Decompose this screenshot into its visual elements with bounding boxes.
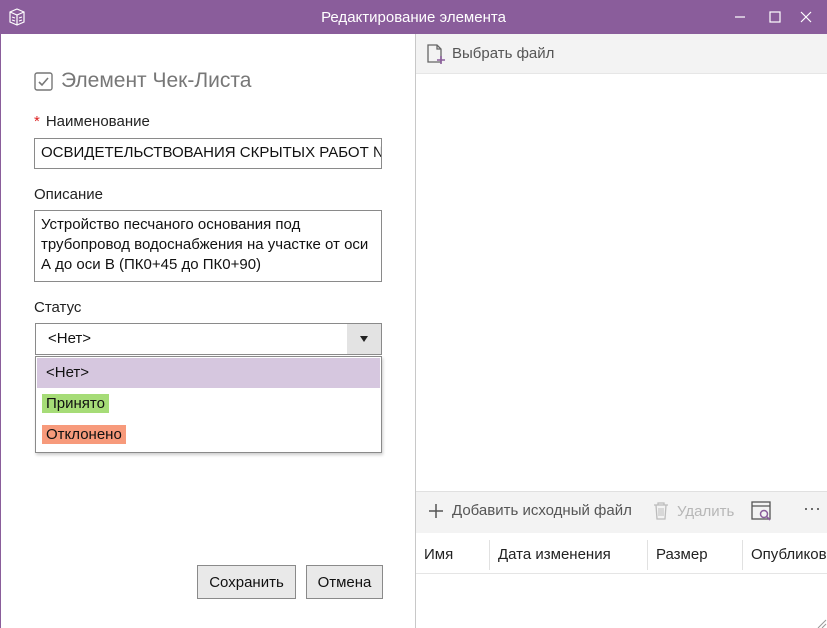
status-dropdown-list: <Нет> Принято Отклонено bbox=[35, 356, 382, 453]
close-icon bbox=[800, 11, 812, 23]
checklist-checkbox-icon bbox=[34, 71, 53, 91]
status-option-none[interactable]: <Нет> bbox=[37, 358, 380, 388]
status-label: Статус bbox=[34, 299, 82, 316]
files-panel: Выбрать файл Добавить исходный файл Удал… bbox=[416, 34, 827, 628]
name-label-text: Наименование bbox=[45, 113, 150, 130]
element-form-panel: Элемент Чек-Листа * Наименование ОСВИДЕТЕ… bbox=[0, 34, 415, 628]
save-button[interactable]: Сохранить bbox=[197, 565, 296, 599]
files-toolbar: Добавить исходный файл Удалить ··· bbox=[416, 491, 827, 533]
plus-icon bbox=[429, 503, 443, 518]
delete-button[interactable]: Удалить bbox=[653, 502, 734, 520]
title-bar: Редактирование элемента bbox=[0, 0, 827, 34]
delete-label: Удалить bbox=[677, 502, 735, 520]
cancel-button[interactable]: Отмена bbox=[306, 565, 383, 599]
column-header-size[interactable]: Размер bbox=[648, 534, 708, 574]
dropdown-arrow-button[interactable] bbox=[347, 324, 381, 354]
more-options-button[interactable]: ··· bbox=[803, 498, 821, 519]
select-file-label: Выбрать файл bbox=[452, 45, 555, 62]
status-option-accepted[interactable]: Принято bbox=[37, 389, 380, 419]
window-title: Редактирование элемента bbox=[321, 9, 506, 26]
files-grid-header: Имя Дата изменения Размер Опубликов bbox=[416, 534, 827, 574]
minimize-icon bbox=[735, 16, 745, 18]
status-option-label: Принято bbox=[42, 394, 109, 413]
column-header-published[interactable]: Опубликов bbox=[743, 534, 827, 574]
description-textarea[interactable]: Устройство песчаного основания под трубо… bbox=[34, 210, 382, 282]
add-source-file-label: Добавить исходный файл bbox=[452, 502, 632, 519]
maximize-icon bbox=[769, 11, 781, 23]
select-file-button[interactable]: Выбрать файл bbox=[426, 43, 554, 65]
status-option-label: Отклонено bbox=[42, 425, 126, 444]
edit-element-window: Редактирование элемента Элемент Чек-Лист… bbox=[0, 0, 827, 628]
preview-icon bbox=[751, 501, 771, 521]
required-mark: * bbox=[34, 113, 40, 130]
column-header-date-modified[interactable]: Дата изменения bbox=[490, 534, 611, 574]
preview-toolbar: Выбрать файл bbox=[416, 34, 827, 74]
status-select[interactable]: <Нет> bbox=[35, 323, 382, 355]
add-source-file-button[interactable]: Добавить исходный файл bbox=[428, 502, 632, 519]
status-option-rejected[interactable]: Отклонено bbox=[37, 420, 380, 450]
description-label: Описание bbox=[34, 186, 104, 203]
preview-button[interactable] bbox=[751, 500, 773, 522]
add-file-icon bbox=[427, 43, 445, 64]
form-title: Элемент Чек-Листа bbox=[61, 69, 252, 92]
name-label: * Наименование bbox=[34, 113, 150, 130]
resize-grip-icon[interactable] bbox=[815, 616, 827, 628]
status-selected-value: <Нет> bbox=[48, 330, 92, 347]
status-option-label: <Нет> bbox=[46, 364, 90, 381]
trash-icon bbox=[654, 502, 668, 520]
form-heading: Элемент Чек-Листа bbox=[34, 69, 251, 93]
column-header-name[interactable]: Имя bbox=[416, 534, 453, 574]
triangle-down-icon bbox=[360, 336, 368, 342]
minimize-button[interactable] bbox=[720, 0, 760, 34]
close-button[interactable] bbox=[786, 0, 826, 34]
name-input[interactable]: ОСВИДЕТЕЛЬСТВОВАНИЯ СКРЫТЫХ РАБОТ № 4 bbox=[34, 138, 382, 169]
